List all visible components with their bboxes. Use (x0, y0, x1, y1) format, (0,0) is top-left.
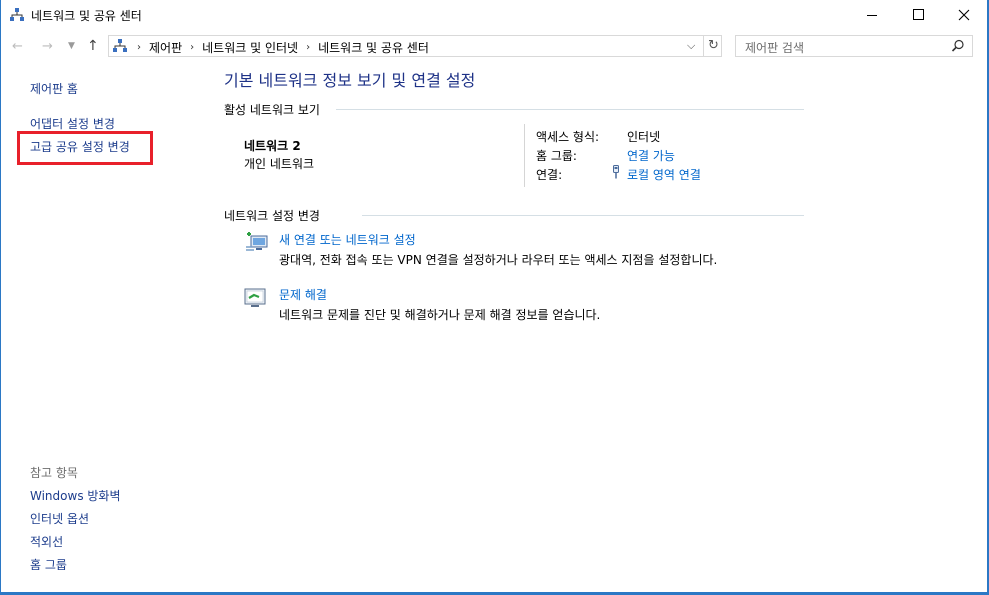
breadcrumb-control-panel[interactable]: 제어판 (149, 39, 182, 56)
network-profile-type: 개인 네트워크 (244, 157, 315, 171)
troubleshoot-problems-description: 네트워크 문제를 진단 및 해결하거나 문제 해결 정보를 얻습니다. (279, 308, 601, 322)
breadcrumb-separator-icon[interactable]: › (190, 42, 194, 53)
see-also-homegroup-link[interactable]: 홈 그룹 (30, 556, 67, 573)
homegroup-join-link[interactable]: 연결 가능 (627, 147, 675, 164)
control-panel-home-link[interactable]: 제어판 홈 (30, 80, 78, 97)
setup-new-connection-link[interactable]: 새 연결 또는 네트워크 설정 (279, 231, 416, 248)
see-also-heading: 참고 항목 (30, 466, 78, 480)
network-details-divider (524, 124, 525, 187)
section-divider (336, 109, 804, 110)
section-divider (362, 215, 804, 216)
close-button[interactable] (941, 0, 987, 30)
see-also-infrared-link[interactable]: 적외선 (30, 533, 63, 550)
forward-arrow-icon[interactable]: → (42, 39, 53, 54)
address-dropdown-chevron-icon[interactable]: ⌵ (687, 39, 695, 53)
up-arrow-icon[interactable]: ↑ (87, 38, 99, 54)
network-center-icon (113, 39, 127, 52)
see-also-internet-options-link[interactable]: 인터넷 옵션 (30, 510, 89, 527)
title-bar[interactable]: 네트워크 및 공유 센터 (1, 0, 987, 30)
page-title: 기본 네트워크 정보 보기 및 연결 설정 (224, 71, 476, 90)
change-adapter-settings-link[interactable]: 어댑터 설정 변경 (30, 115, 115, 132)
access-type-value: 인터넷 (627, 130, 661, 144)
minimize-button[interactable] (849, 0, 895, 30)
local-area-connection-link[interactable]: 로컬 영역 연결 (627, 166, 701, 183)
refresh-icon[interactable]: ↻ (703, 36, 723, 56)
new-connection-icon (246, 232, 268, 251)
highlight-annotation (17, 131, 153, 165)
breadcrumb-network-sharing-center[interactable]: 네트워크 및 공유 센터 (318, 39, 429, 56)
search-input[interactable]: 제어판 검색 (735, 35, 973, 57)
see-also-firewall-link[interactable]: Windows 방화벽 (30, 487, 121, 504)
connections-label: 연결: (536, 168, 563, 182)
breadcrumb-network-internet[interactable]: 네트워크 및 인터넷 (202, 39, 298, 56)
window-border-left (0, 0, 1, 595)
breadcrumb-separator-icon[interactable]: › (306, 42, 310, 53)
recent-locations-chevron-icon[interactable]: ▼ (68, 41, 75, 51)
navigation-bar: ← → ▼ ↑ › 제어판 › 네트워크 및 인터넷 › 네트워크 및 공유 센… (1, 31, 987, 61)
search-icon[interactable] (951, 39, 965, 53)
search-placeholder: 제어판 검색 (745, 41, 805, 55)
breadcrumb: › 제어판 › 네트워크 및 인터넷 › 네트워크 및 공유 센터 (133, 39, 429, 56)
active-networks-header: 활성 네트워크 보기 (224, 103, 320, 117)
network-name: 네트워크 2 (244, 139, 301, 153)
back-arrow-icon[interactable]: ← (12, 39, 23, 54)
access-type-label: 액세스 형식: (536, 130, 600, 144)
network-center-icon (10, 8, 24, 21)
address-bar[interactable]: › 제어판 › 네트워크 및 인터넷 › 네트워크 및 공유 센터 ⌵ ↻ (108, 35, 722, 57)
change-settings-header: 네트워크 설정 변경 (224, 209, 320, 223)
troubleshoot-problems-link[interactable]: 문제 해결 (279, 286, 327, 303)
troubleshoot-icon (244, 288, 266, 307)
setup-new-connection-description: 광대역, 전화 접속 또는 VPN 연결을 설정하거나 라우터 또는 액세스 지… (279, 253, 718, 267)
window-title: 네트워크 및 공유 센터 (31, 9, 142, 23)
close-icon (958, 9, 970, 21)
maximize-button[interactable] (895, 0, 941, 30)
homegroup-label: 홈 그룹: (536, 149, 577, 163)
ethernet-cable-icon (613, 165, 619, 179)
breadcrumb-separator-icon[interactable]: › (137, 42, 141, 53)
